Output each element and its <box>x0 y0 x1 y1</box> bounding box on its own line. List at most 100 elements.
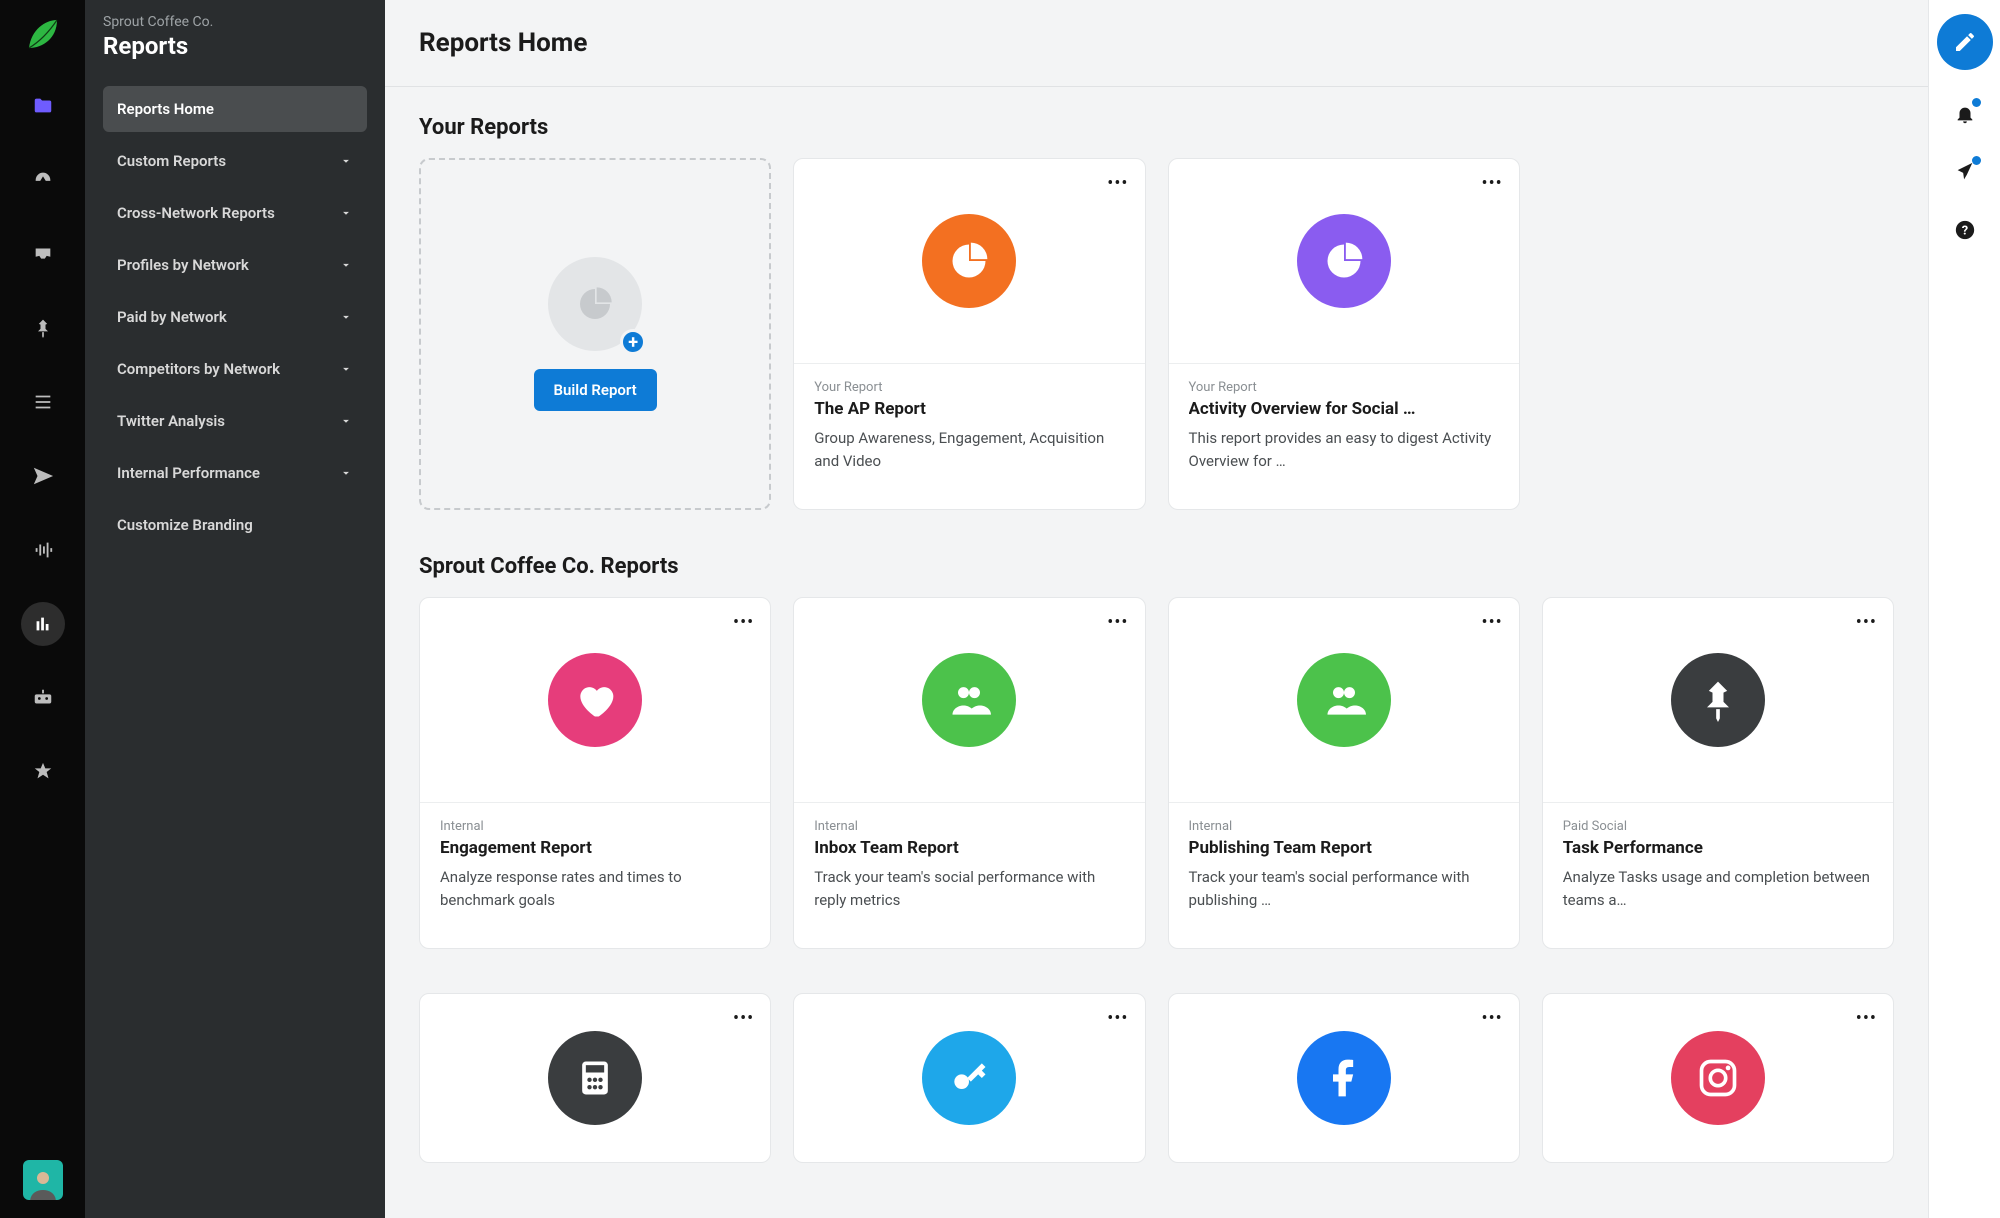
card-category: Your Report <box>1189 380 1499 395</box>
report-card[interactable]: ••• Paid Social Task Performance Analyze… <box>1542 597 1894 949</box>
card-title: Publishing Team Report <box>1189 838 1499 858</box>
card-title: The AP Report <box>814 399 1124 419</box>
rail-item-inbox[interactable] <box>21 232 65 276</box>
sidebar-item-label: Reports Home <box>117 100 214 118</box>
card-visual <box>1169 159 1519 363</box>
card-icon <box>548 653 642 747</box>
report-card[interactable]: ••• Internal Publishing Team Report Trac… <box>1168 597 1520 949</box>
sidebar-item-label: Custom Reports <box>117 152 226 170</box>
sidebar-item-competitors-by-network[interactable]: Competitors by Network <box>103 346 367 392</box>
sidebar-title: Reports <box>103 32 367 60</box>
rail-item-pin[interactable] <box>21 306 65 350</box>
card-visual <box>1169 598 1519 802</box>
main-content: Reports Home Your Reports + Build Report… <box>385 0 1928 1218</box>
report-card[interactable]: ••• Internal Engagement Report Analyze r… <box>419 597 771 949</box>
card-category: Paid Social <box>1563 819 1873 834</box>
chevron-down-icon <box>339 466 353 480</box>
card-more-icon[interactable]: ••• <box>1482 173 1503 194</box>
rail-item-dashboard[interactable] <box>21 158 65 202</box>
card-icon <box>1297 1031 1391 1125</box>
svg-text:?: ? <box>1961 224 1967 239</box>
chevron-down-icon <box>339 206 353 220</box>
card-category: Your Report <box>814 380 1124 395</box>
card-more-icon[interactable]: ••• <box>1482 612 1503 633</box>
sidebar-item-twitter-analysis[interactable]: Twitter Analysis <box>103 398 367 444</box>
card-body: Internal Engagement Report Analyze respo… <box>420 802 770 948</box>
build-report-icon: + <box>548 257 642 351</box>
section-heading: Your Reports <box>419 115 1894 140</box>
card-body: Internal Publishing Team Report Track yo… <box>1169 802 1519 948</box>
sidebar-item-label: Competitors by Network <box>117 360 280 378</box>
sidebar-nav-list: Reports Home Custom Reports Cross-Network … <box>103 86 367 554</box>
card-category: Internal <box>814 819 1124 834</box>
card-visual <box>1169 994 1519 1162</box>
card-description: This report provides an easy to digest A… <box>1189 427 1499 472</box>
rail-item-reports[interactable] <box>21 602 65 646</box>
rail-item-publishing[interactable] <box>21 454 65 498</box>
card-title: Engagement Report <box>440 838 750 858</box>
card-more-icon[interactable]: ••• <box>1107 173 1128 194</box>
notifications-bell[interactable] <box>1951 100 1979 128</box>
sidebar-item-internal-performance[interactable]: Internal Performance <box>103 450 367 496</box>
rail-item-bot[interactable] <box>21 676 65 720</box>
compose-button[interactable] <box>1937 14 1993 70</box>
sidebar-item-reports-home[interactable]: Reports Home <box>103 86 367 132</box>
activity-icon[interactable] <box>1951 158 1979 186</box>
report-card[interactable]: ••• Internal Inbox Team Report Track you… <box>793 597 1145 949</box>
card-body: Your Report Activity Overview for Social… <box>1169 363 1519 509</box>
sidebar-item-label: Internal Performance <box>117 464 260 482</box>
report-card[interactable]: ••• Your Report The AP Report Group Awar… <box>793 158 1145 510</box>
card-visual <box>794 994 1144 1162</box>
build-report-card[interactable]: + Build Report <box>419 158 771 510</box>
card-more-icon[interactable]: ••• <box>733 1008 754 1029</box>
card-row: ••• ••• ••• <box>419 993 1894 1163</box>
report-card[interactable]: ••• <box>1542 993 1894 1163</box>
card-more-icon[interactable]: ••• <box>1482 1008 1503 1029</box>
card-description: Track your team's social performance wit… <box>814 866 1124 911</box>
plus-badge-icon: + <box>620 329 646 355</box>
card-more-icon[interactable]: ••• <box>1107 612 1128 633</box>
chevron-down-icon <box>339 310 353 324</box>
rail-item-reviews[interactable] <box>21 750 65 794</box>
user-avatar[interactable] <box>23 1160 63 1200</box>
card-more-icon[interactable]: ••• <box>733 612 754 633</box>
rail-item-folder[interactable] <box>21 84 65 128</box>
card-visual <box>1543 994 1893 1162</box>
sidebar-item-paid-by-network[interactable]: Paid by Network <box>103 294 367 340</box>
report-card[interactable]: ••• Your Report Activity Overview for So… <box>1168 158 1520 510</box>
card-row: ••• Internal Engagement Report Analyze r… <box>419 597 1894 949</box>
rail-item-feed[interactable] <box>21 380 65 424</box>
card-visual <box>794 598 1144 802</box>
card-icon <box>922 1031 1016 1125</box>
help-icon[interactable]: ? <box>1951 216 1979 244</box>
report-card[interactable]: ••• <box>793 993 1145 1163</box>
report-card[interactable]: ••• <box>1168 993 1520 1163</box>
sidebar-item-label: Paid by Network <box>117 308 227 326</box>
card-icon <box>1297 653 1391 747</box>
card-more-icon[interactable]: ••• <box>1856 612 1877 633</box>
org-name: Sprout Coffee Co. <box>103 14 367 30</box>
sidebar-item-cross-network-reports[interactable]: Cross-Network Reports <box>103 190 367 236</box>
card-more-icon[interactable]: ••• <box>1107 1008 1128 1029</box>
card-description: Track your team's social performance wit… <box>1189 866 1499 911</box>
chevron-down-icon <box>339 154 353 168</box>
sidebar-item-label: Customize Branding <box>117 516 253 534</box>
report-card[interactable]: ••• <box>419 993 771 1163</box>
page-title: Reports Home <box>419 28 1894 58</box>
card-more-icon[interactable]: ••• <box>1856 1008 1877 1029</box>
chevron-down-icon <box>339 414 353 428</box>
sidebar-item-customize-branding[interactable]: Customize Branding <box>103 502 367 548</box>
sidebar-item-profiles-by-network[interactable]: Profiles by Network <box>103 242 367 288</box>
card-icon <box>922 214 1016 308</box>
rail-item-listening[interactable] <box>21 528 65 572</box>
sidebar-item-custom-reports[interactable]: Custom Reports <box>103 138 367 184</box>
notifications-indicator <box>1972 98 1981 107</box>
card-description: Group Awareness, Engagement, Acquisition… <box>814 427 1124 472</box>
chevron-down-icon <box>339 258 353 272</box>
card-category: Internal <box>1189 819 1499 834</box>
card-icon <box>1671 653 1765 747</box>
card-visual <box>1543 598 1893 802</box>
build-report-button[interactable]: Build Report <box>534 369 657 411</box>
activity-indicator <box>1972 156 1981 165</box>
sprout-logo <box>23 14 63 54</box>
